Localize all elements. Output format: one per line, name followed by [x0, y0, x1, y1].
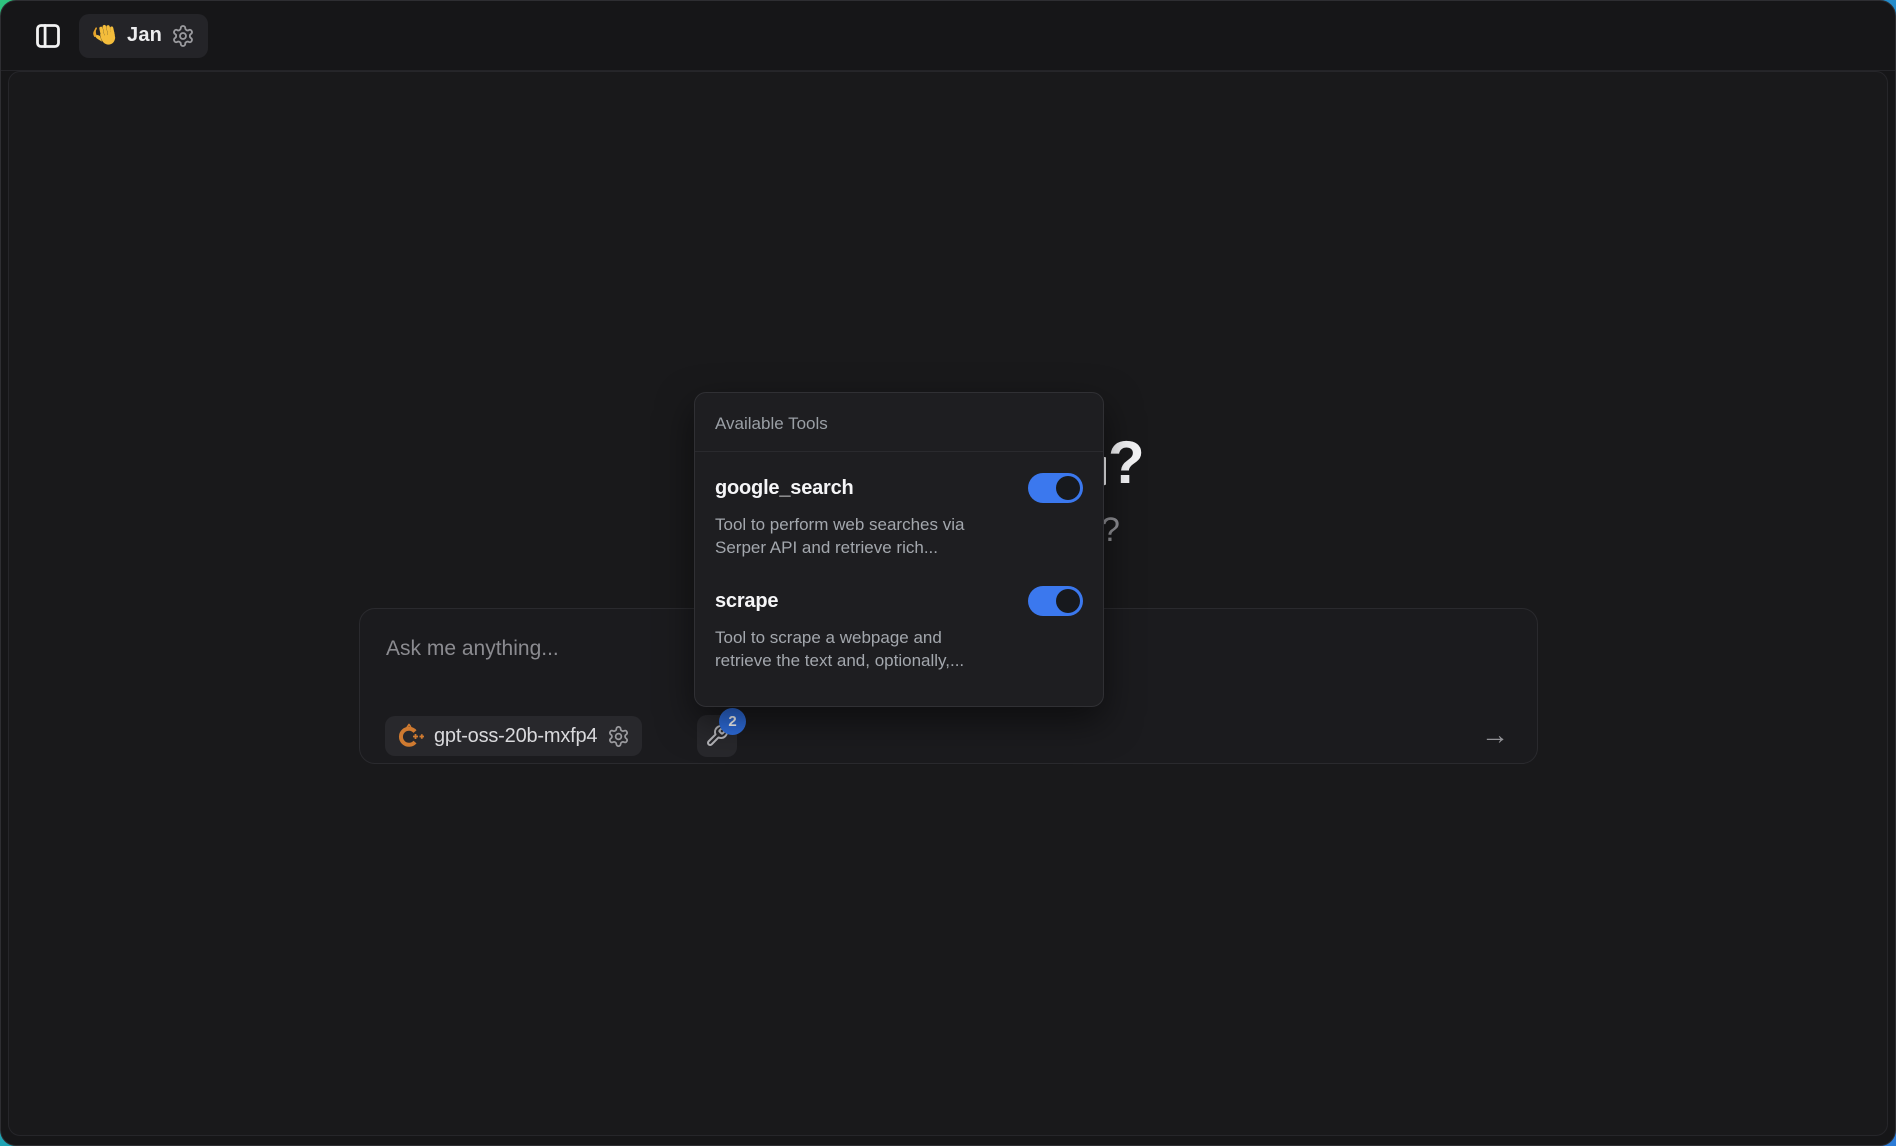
popover-body: google_search Tool to perform web search…: [695, 452, 1103, 693]
app-window: Jan ? ? Ask me anything...: [0, 0, 1896, 1146]
panel-left-icon: [34, 22, 62, 50]
google-search-toggle[interactable]: [1028, 473, 1083, 503]
app-settings-gear-icon[interactable]: [171, 24, 195, 48]
toggle-knob: [1056, 589, 1080, 613]
send-button[interactable]: →: [1473, 713, 1517, 757]
waving-hand-icon: [92, 23, 118, 49]
tool-item-google-search: google_search Tool to perform web search…: [715, 473, 1083, 559]
available-tools-popover: Available Tools google_search Tool to pe…: [694, 392, 1104, 707]
tool-description: Tool to scrape a webpage and retrieve th…: [715, 626, 1083, 672]
tool-description: Tool to perform web searches via Serper …: [715, 513, 1083, 559]
tool-name: scrape: [715, 590, 778, 613]
tool-name: google_search: [715, 477, 854, 500]
popover-title: Available Tools: [695, 393, 1103, 452]
model-selector[interactable]: gpt-oss-20b-mxfp4: [385, 716, 642, 756]
chat-input-placeholder[interactable]: Ask me anything...: [386, 637, 559, 661]
tool-item-scrape: scrape Tool to scrape a webpage and retr…: [715, 586, 1083, 672]
title-bar: Jan: [1, 1, 1895, 71]
model-settings-gear-icon[interactable]: [607, 725, 630, 748]
tools-count-badge: 2: [719, 708, 746, 735]
model-name-label: gpt-oss-20b-mxfp4: [434, 725, 597, 748]
arrow-right-icon: →: [1481, 719, 1509, 751]
hero-heading-fragment: ?: [1108, 433, 1145, 493]
app-name: Jan: [127, 24, 162, 47]
scrape-toggle[interactable]: [1028, 586, 1083, 616]
app-home-button[interactable]: Jan: [79, 14, 208, 58]
llama-cpp-provider-icon: [397, 723, 424, 750]
toggle-knob: [1056, 476, 1080, 500]
sidebar-toggle-button[interactable]: [29, 17, 67, 55]
